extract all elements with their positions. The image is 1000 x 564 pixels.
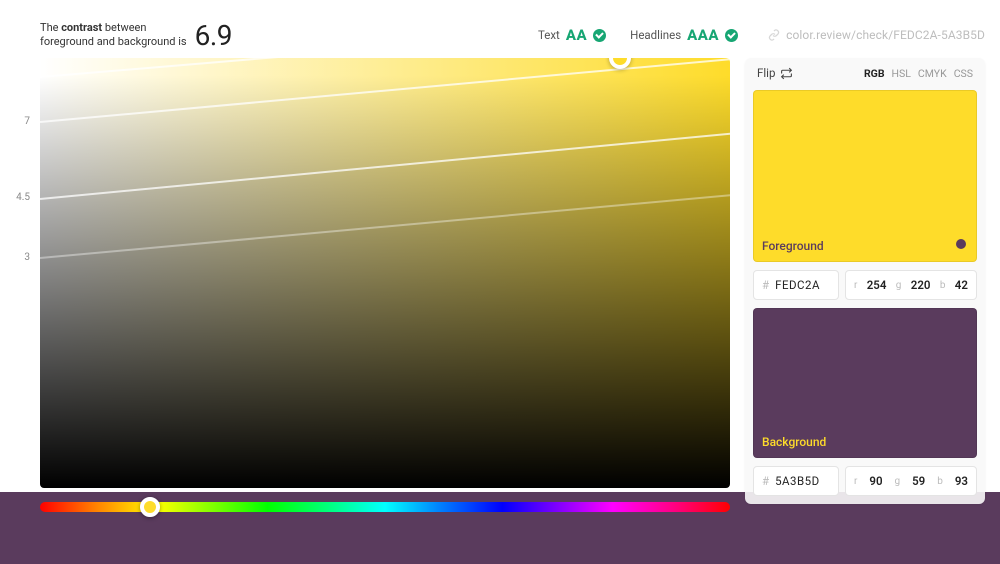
hue-thumb[interactable] [140,497,160,517]
text-rating: Text AA [538,26,606,44]
mode-cmyk[interactable]: CMYK [918,67,947,80]
color-panel: Flip RGB HSL CMYK CSS Foreground # FEDC2… [745,58,985,504]
foreground-swatch[interactable]: Foreground [753,90,977,262]
hue-slider[interactable] [40,502,730,512]
foreground-hex-input[interactable]: # FEDC2A [753,270,839,300]
axis-tick: 4.5 [0,192,40,203]
color-picker: 7 4.5 3 [0,58,730,488]
color-mode-tabs: RGB HSL CMYK CSS [864,67,973,80]
headlines-rating: Headlines AAA [630,26,738,44]
background-swatch[interactable]: Background [753,308,977,458]
mode-rgb[interactable]: RGB [864,67,885,80]
share-link[interactable]: color.review/check/FEDC2A-5A3B5D [768,28,985,42]
axis-tick: 3 [0,252,40,263]
mode-hsl[interactable]: HSL [892,67,911,80]
check-icon [725,29,738,42]
foreground-dot-icon [956,239,966,249]
contrast-ratio: 6.9 [195,19,232,52]
foreground-rgb-input[interactable]: r254 g220 b42 [845,270,977,300]
flip-button[interactable]: Flip [757,66,793,80]
mode-css[interactable]: CSS [954,67,973,80]
contrast-blurb: The contrast between foreground and back… [40,21,187,49]
background-rgb-input[interactable]: r90 g59 b93 [845,466,977,496]
check-icon [593,29,606,42]
swap-icon [780,67,793,80]
background-hex-input[interactable]: # 5A3B5D [753,466,839,496]
axis-tick: 7 [0,116,40,127]
top-bar: The contrast between foreground and back… [40,20,985,50]
color-canvas[interactable] [40,58,730,488]
link-icon [768,29,780,41]
